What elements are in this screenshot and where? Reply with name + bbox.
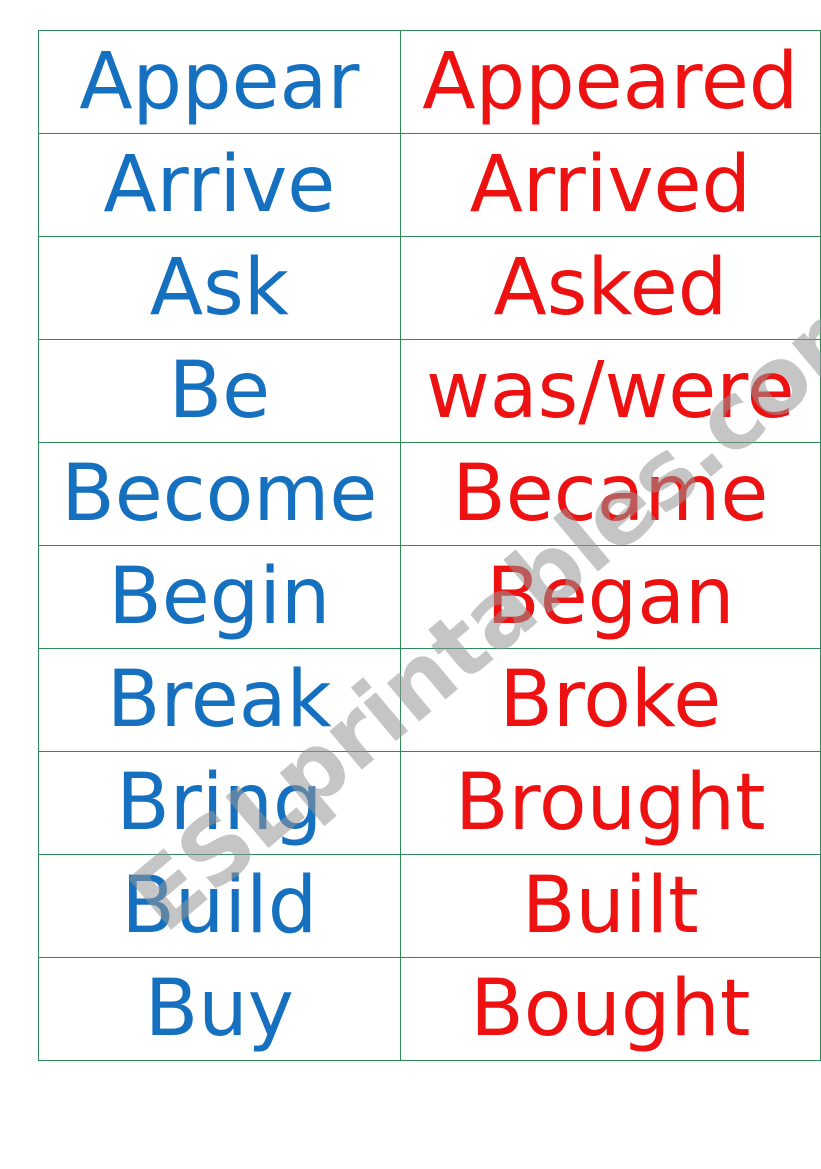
table-row: Ask Asked [38,236,821,340]
table-row: Appear Appeared [38,30,821,134]
past-form-cell: Asked [399,236,821,340]
base-form-cell: Break [38,648,401,752]
verb-table: Appear Appeared Arrive Arrived Ask Asked Be was… [38,30,821,1061]
past-form-cell: Brought [399,751,821,855]
past-form-cell: Broke [399,648,821,752]
table-row: Be was/were [38,339,821,443]
past-form-cell: Became [399,442,821,546]
base-form-cell: Buy [38,957,401,1061]
table-row: Arrive Arrived [38,133,821,237]
base-form-cell: Ask [38,236,401,340]
table-row: Build Built [38,854,821,958]
table-row: Begin Began [38,545,821,649]
past-form-cell: was/were [399,339,821,443]
table-row: Bring Brought [38,751,821,855]
base-form-cell: Become [38,442,401,546]
table-row: Buy Bought [38,957,821,1061]
past-form-cell: Began [399,545,821,649]
base-form-cell: Appear [38,30,401,134]
past-form-cell: Built [399,854,821,958]
base-form-cell: Bring [38,751,401,855]
table-row: Become Became [38,442,821,546]
table-row: Break Broke [38,648,821,752]
past-form-cell: Arrived [399,133,821,237]
base-form-cell: Arrive [38,133,401,237]
past-form-cell: Appeared [399,30,821,134]
base-form-cell: Be [38,339,401,443]
past-form-cell: Bought [399,957,821,1061]
base-form-cell: Begin [38,545,401,649]
base-form-cell: Build [38,854,401,958]
